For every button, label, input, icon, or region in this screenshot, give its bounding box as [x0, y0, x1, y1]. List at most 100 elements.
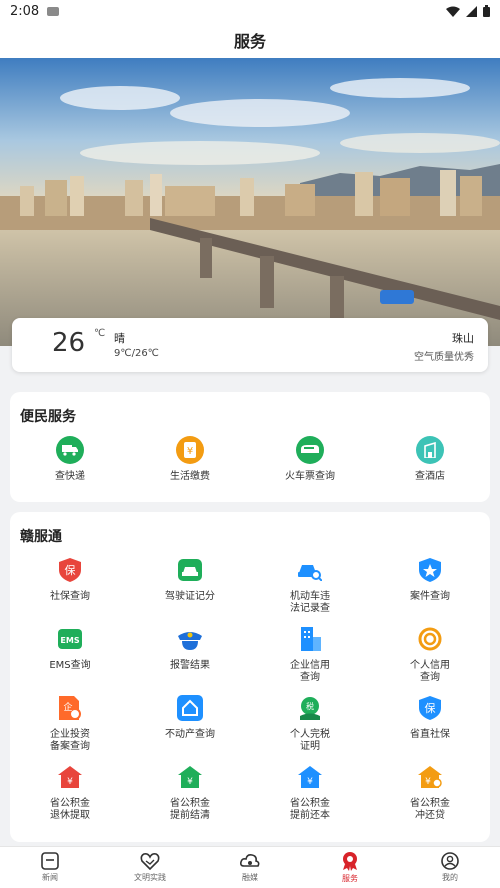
service-label: 省公积金 提前结清: [170, 798, 210, 821]
weather-range: 9℃/26℃: [114, 348, 159, 359]
car-search-icon: [296, 556, 324, 584]
service-item[interactable]: 企 企业投资 备案查询: [10, 694, 130, 763]
service-label: 省公积金 冲还贷: [410, 798, 450, 821]
tab-civilization[interactable]: 文明实践: [100, 847, 200, 888]
wifi-icon: [446, 6, 460, 17]
police-cap-icon: [176, 625, 204, 653]
tax-certificate-icon: 税: [296, 694, 324, 722]
service-item[interactable]: ¥ 省公积金 提前结清: [130, 763, 250, 832]
delivery-truck-icon: [56, 436, 84, 464]
bill-payment-icon: ¥: [176, 436, 204, 464]
svg-text:¥: ¥: [67, 777, 73, 787]
hotel-icon: [416, 436, 444, 464]
service-badge-icon: [343, 852, 357, 871]
ganfutong-card: 赣服通 保 社保查询 驾驶证记分 机动车违 法记录查 案件查询 EMS EMS查…: [10, 512, 490, 842]
sim-card-icon: [47, 6, 60, 16]
ganfutong-grid: 保 社保查询 驾驶证记分 机动车违 法记录查 案件查询 EMS EMS查询 报警…: [10, 556, 490, 832]
tab-label: 我的: [442, 873, 458, 882]
convenience-services-card: 便民服务 查快递 ¥ 生活缴费 火车票查询 查酒店: [10, 392, 490, 502]
tab-label: 文明实践: [134, 873, 166, 882]
service-item[interactable]: 报警结果: [130, 625, 250, 694]
service-label: 省直社保: [410, 729, 450, 740]
svg-text:¥: ¥: [187, 777, 193, 787]
service-label: 不动产查询: [165, 729, 215, 740]
service-item[interactable]: 查快递: [10, 436, 130, 483]
service-item[interactable]: 查酒店: [370, 436, 490, 483]
service-item[interactable]: ¥ 省公积金 退休提取: [10, 763, 130, 832]
service-item[interactable]: 机动车违 法记录查: [250, 556, 370, 625]
banner-image[interactable]: [0, 58, 500, 346]
service-item[interactable]: 个人信用 查询: [370, 625, 490, 694]
tab-service[interactable]: 服务: [300, 847, 400, 888]
tab-news[interactable]: 新闻: [0, 847, 100, 888]
enterprise-credit-icon: [296, 625, 324, 653]
service-label: 查酒店: [415, 471, 445, 482]
service-label: 个人信用 查询: [410, 660, 450, 683]
battery-icon: [483, 5, 490, 17]
service-item[interactable]: ¥ 省公积金 冲还贷: [370, 763, 490, 832]
service-label: 省公积金 提前还本: [290, 798, 330, 821]
news-icon: [41, 852, 59, 870]
air-quality: 空气质量优秀: [414, 352, 474, 363]
service-item[interactable]: ¥ 省公积金 提前还本: [250, 763, 370, 832]
fund-retire-icon: ¥: [56, 763, 84, 791]
service-label: 报警结果: [170, 660, 210, 671]
police-badge-icon: [416, 556, 444, 584]
heart-hands-icon: [140, 853, 160, 870]
service-label: 省公积金 退休提取: [50, 798, 90, 821]
fund-offset-icon: ¥: [416, 763, 444, 791]
bottom-tab-bar: 新闻 文明实践 融媒 服务 我的: [0, 846, 500, 888]
convenience-grid: 查快递 ¥ 生活缴费 火车票查询 查酒店: [10, 436, 490, 483]
svg-text:保: 保: [425, 701, 436, 715]
social-security-shield-icon: 保: [56, 556, 84, 584]
signal-icon: [466, 5, 477, 17]
service-label: 个人完税 证明: [290, 729, 330, 752]
service-item[interactable]: 保 社保查询: [10, 556, 130, 625]
fund-repay-icon: ¥: [296, 763, 324, 791]
service-item[interactable]: EMS EMS查询: [10, 625, 130, 694]
service-item[interactable]: 火车票查询: [250, 436, 370, 483]
weather-temperature: 26: [52, 328, 86, 358]
train-icon: [296, 436, 324, 464]
service-label: 企业投资 备案查询: [50, 729, 90, 752]
weather-condition: 晴: [114, 332, 125, 345]
service-item[interactable]: 不动产查询: [130, 694, 250, 763]
section-title: 便民服务: [20, 409, 76, 425]
service-label: 案件查询: [410, 591, 450, 602]
service-item[interactable]: 税 个人完税 证明: [250, 694, 370, 763]
svg-text:¥: ¥: [187, 446, 193, 457]
status-bar: 2:08: [0, 0, 500, 22]
svg-text:EMS: EMS: [60, 636, 79, 645]
service-label: EMS查询: [49, 660, 91, 671]
service-label: 查快递: [55, 471, 85, 482]
tab-media[interactable]: 融媒: [200, 847, 300, 888]
tab-label: 融媒: [242, 873, 258, 882]
service-item[interactable]: ¥ 生活缴费: [130, 436, 250, 483]
real-estate-icon: [176, 694, 204, 722]
service-label: 企业信用 查询: [290, 660, 330, 683]
service-item[interactable]: 保 省直社保: [370, 694, 490, 763]
service-item[interactable]: 案件查询: [370, 556, 490, 625]
page-title-bar: 服务: [0, 22, 500, 58]
ems-icon: EMS: [56, 625, 84, 653]
provincial-insurance-icon: 保: [416, 694, 444, 722]
page-title: 服务: [233, 32, 266, 51]
section-title: 赣服通: [20, 529, 62, 545]
weather-card[interactable]: 26 ℃ 晴 9℃/26℃ 珠山 空气质量优秀: [12, 318, 488, 372]
svg-text:企: 企: [63, 701, 72, 713]
weather-unit: ℃: [94, 328, 106, 339]
tab-label: 新闻: [42, 873, 58, 882]
fund-settle-icon: ¥: [176, 763, 204, 791]
status-time: 2:08: [10, 3, 40, 19]
service-label: 驾驶证记分: [165, 591, 215, 602]
service-label: 社保查询: [50, 591, 90, 602]
service-item[interactable]: 企业信用 查询: [250, 625, 370, 694]
profile-icon: [441, 852, 459, 870]
tab-mine[interactable]: 我的: [400, 847, 500, 888]
service-item[interactable]: 驾驶证记分: [130, 556, 250, 625]
car-card-icon: [176, 556, 204, 584]
svg-text:税: 税: [306, 701, 314, 711]
personal-credit-icon: [416, 625, 444, 653]
tab-label: 服务: [342, 874, 358, 883]
service-label: 机动车违 法记录查: [290, 591, 330, 614]
